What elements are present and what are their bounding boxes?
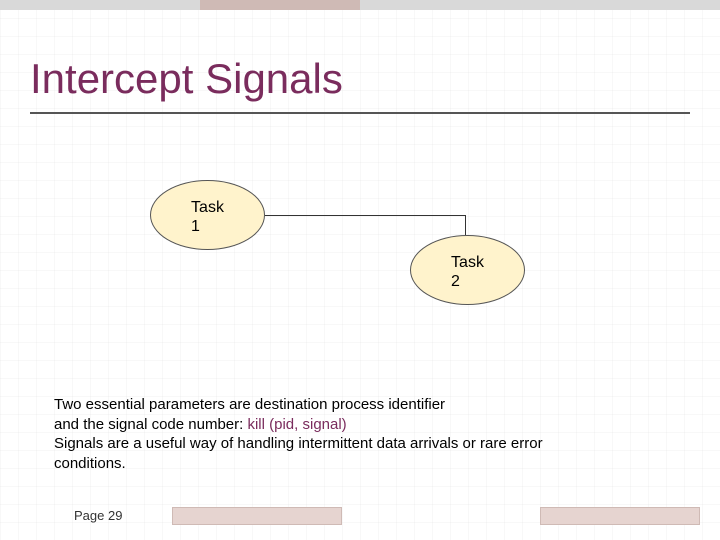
task-node-2: Task 2 (410, 235, 525, 305)
title-underline (30, 112, 690, 114)
connector-horizontal (265, 215, 465, 216)
body-line-4: conditions. (54, 454, 674, 474)
page-number: Page 29 (74, 508, 122, 523)
body-line-3: Signals are a useful way of handling int… (54, 434, 674, 454)
slide-footer: Page 29 (0, 501, 720, 525)
slide-title: Intercept Signals (30, 55, 343, 103)
task-node-2-label: Task 2 (451, 253, 484, 291)
task-node-1: Task 1 (150, 180, 265, 250)
body-text: Two essential parameters are destination… (54, 395, 674, 473)
body-line-2-highlight: kill (pid, signal) (247, 416, 346, 433)
task-node-1-label: Task 1 (191, 198, 224, 236)
body-line-2-prefix: and the signal code number: (54, 416, 247, 433)
footer-accent-1 (172, 507, 342, 525)
connector-vertical (465, 215, 466, 235)
body-line-1: Two essential parameters are destination… (54, 395, 674, 415)
footer-accent-2 (540, 507, 700, 525)
body-line-2: and the signal code number: kill (pid, s… (54, 415, 674, 435)
task-diagram: Task 1 Task 2 (0, 165, 720, 335)
slide-content: Intercept Signals Task 1 Task 2 Two esse… (0, 0, 720, 540)
